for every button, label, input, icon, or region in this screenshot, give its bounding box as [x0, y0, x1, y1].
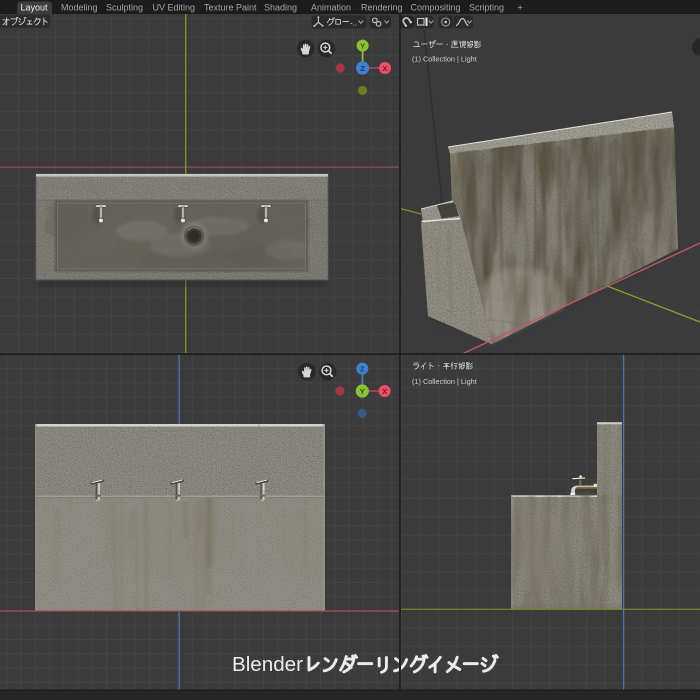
- svg-text:Y: Y: [360, 42, 365, 51]
- svg-text:Sculpting: Sculpting: [106, 3, 143, 13]
- svg-text:Texture Paint: Texture Paint: [204, 3, 257, 13]
- svg-text:Layout: Layout: [21, 3, 49, 13]
- svg-text:X: X: [382, 64, 387, 73]
- svg-text:Compositing: Compositing: [411, 3, 461, 13]
- svg-text:Modeling: Modeling: [61, 3, 98, 13]
- svg-text:Rendering: Rendering: [361, 3, 403, 13]
- svg-text:Blender: Blender: [232, 653, 303, 676]
- svg-text:+: +: [518, 3, 523, 13]
- svg-text:Y: Y: [360, 387, 365, 396]
- svg-text:Scripting: Scripting: [469, 3, 504, 13]
- svg-text:UV Editing: UV Editing: [153, 3, 196, 13]
- svg-text:Shading: Shading: [264, 3, 297, 13]
- svg-text:Z: Z: [360, 64, 365, 73]
- svg-text:X: X: [382, 387, 387, 396]
- svg-text:(1) Collection | Light: (1) Collection | Light: [412, 54, 477, 63]
- svg-text:Z: Z: [360, 365, 365, 374]
- svg-text:(1) Collection | Light: (1) Collection | Light: [412, 377, 477, 386]
- svg-text:Animation: Animation: [311, 3, 351, 13]
- svg-text:-..: -..: [350, 19, 357, 28]
